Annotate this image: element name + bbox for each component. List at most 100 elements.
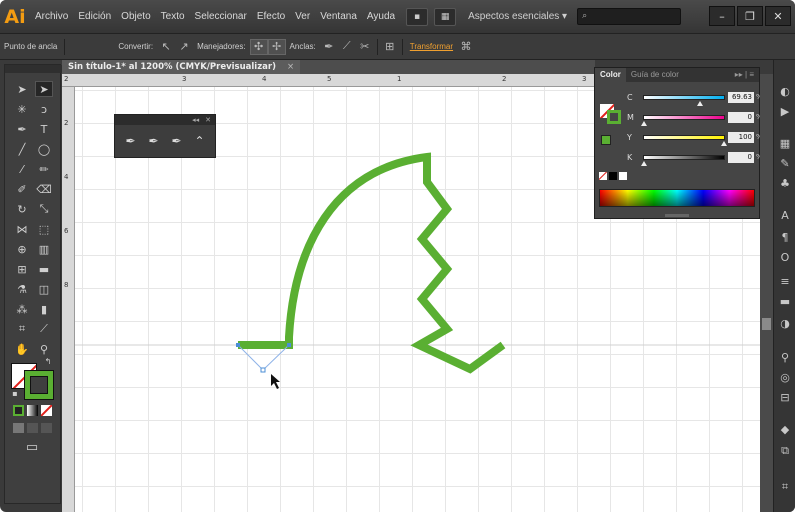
restore-button[interactable]: ❐ [737,6,763,26]
close-icon[interactable]: ✕ [205,116,211,124]
transform-link[interactable]: Transformar [406,42,457,51]
align-icon[interactable]: ⌘ [457,39,475,55]
blob-brush-icon[interactable]: ✐ [13,181,31,197]
convert-smooth-icon[interactable]: ↗ [175,39,193,55]
selection-icon[interactable]: ➤ [13,81,31,97]
tools-panel-header[interactable] [5,65,62,73]
yellow-slider[interactable] [643,134,727,146]
rotate-icon[interactable]: ↻ [13,201,31,217]
menu-ventana[interactable]: Ventana [315,11,362,22]
stroke-icon[interactable]: ≡ [778,274,792,288]
convert-corner-icon[interactable]: ↖ [157,39,175,55]
tab-color[interactable]: Color [595,68,626,82]
artboard-icon[interactable]: ⌗ [13,321,31,337]
direct-selection-icon[interactable]: ➤ [35,81,53,97]
cyan-slider[interactable] [643,94,725,106]
mesh-icon[interactable]: ⊞ [13,261,31,277]
opentype-icon[interactable]: O [778,250,792,264]
scrollbar-thumb[interactable] [762,318,771,330]
green-stroke-path[interactable] [238,152,506,374]
brush-icon[interactable]: ⁄ [13,161,31,177]
shape-builder-icon[interactable]: ⊕ [13,241,31,257]
menu-archivo[interactable]: Archivo [30,11,73,22]
menu-seleccionar[interactable]: Seleccionar [190,11,252,22]
white-swatch[interactable] [619,172,627,180]
delete-anchor-icon[interactable]: ✒ [169,133,184,149]
horizontal-ruler[interactable]: 2 3 4 5 1 2 3 [62,74,595,87]
paragraph-icon[interactable]: ¶ [778,230,792,244]
ellipse-icon[interactable]: ◯ [35,141,53,157]
column-graph-icon[interactable]: ▮ [35,301,53,317]
blend-icon[interactable]: ◫ [35,281,53,297]
gradient-mode-icon[interactable] [27,405,38,416]
symbols-icon[interactable]: ♣ [778,176,792,190]
convert-anchor-icon[interactable]: ⌃ [192,133,207,149]
remove-anchor-icon[interactable]: ✒ [320,39,338,55]
show-handles-icon[interactable]: ✣ [249,38,268,55]
tab-close-icon[interactable]: × [287,62,294,72]
close-button[interactable]: ✕ [765,6,791,26]
slider-thumb[interactable] [721,140,727,146]
hide-handles-icon[interactable]: ✢ [267,38,286,55]
pen-icon[interactable]: ✒ [13,121,31,137]
eyedropper-icon[interactable]: ⚗ [13,281,31,297]
color-mode-icon[interactable] [13,405,24,416]
panel-menu-icon[interactable]: ▸▸ | ≡ [730,68,759,82]
character-icon[interactable]: A [778,208,792,222]
eraser-icon[interactable]: ⌫ [35,181,53,197]
connect-endpoints-icon[interactable]: ⟋ [338,39,356,55]
hand-icon[interactable]: ✋ [13,341,31,357]
add-anchor-icon[interactable]: ✒ [146,133,161,149]
collapse-icon[interactable]: ◂◂ [192,116,199,124]
yellow-value-field[interactable]: 100 [728,131,754,143]
bridge-button[interactable]: ▪ [406,7,429,26]
scale-icon[interactable]: ⤡ [35,201,53,217]
links-icon[interactable]: ⌗ [778,480,792,494]
magic-wand-icon[interactable]: ✳ [13,101,31,117]
black-swatch[interactable] [609,172,617,180]
screen-mode-icon[interactable]: ▭ [23,439,41,455]
menu-texto[interactable]: Texto [156,11,190,22]
lasso-icon[interactable]: ↄ [35,101,53,117]
line-icon[interactable]: ╱ [13,141,31,157]
draw-inside-icon[interactable] [41,423,52,433]
isolate-icon[interactable]: ⊞ [381,39,399,55]
symbol-sprayer-icon[interactable]: ⁂ [13,301,31,317]
color-guide-icon[interactable]: ◐ [778,84,792,98]
workspace-switcher[interactable]: Aspectos esenciales ▾ [468,11,567,22]
menu-efecto[interactable]: Efecto [252,11,290,22]
transparency-icon[interactable]: ◑ [778,316,792,330]
color-spectrum[interactable] [599,189,755,207]
artboards-icon[interactable]: ⧉ [778,444,792,458]
menu-objeto[interactable]: Objeto [116,11,155,22]
layers-icon[interactable]: ◆ [778,422,792,436]
menu-ayuda[interactable]: Ayuda [362,11,400,22]
anchor-point[interactable] [287,343,291,347]
align-panel-icon[interactable]: ⊟ [778,390,792,404]
vertical-ruler[interactable]: 2 4 6 8 [62,87,75,512]
minimize-button[interactable]: – [709,6,735,26]
menu-ver[interactable]: Ver [290,11,315,22]
panel-resize-grip[interactable] [665,214,689,217]
type-icon[interactable]: T [35,121,53,137]
pen-panel-header[interactable]: ◂◂ ✕ [115,115,215,125]
draw-normal-icon[interactable] [13,423,24,433]
anchor-point[interactable] [260,367,266,373]
document-tab[interactable]: Sin título-1* al 1200% (CMYK/Previsualiz… [62,60,301,74]
none-swatch[interactable] [599,172,607,180]
swatches-icon[interactable]: ▦ [778,136,792,150]
slice-icon[interactable]: ⟋ [35,321,53,337]
slider-thumb[interactable] [641,120,647,126]
cyan-value-field[interactable]: 69.63 [728,91,754,103]
black-slider[interactable] [641,154,725,166]
black-value-field[interactable]: 0 [728,151,754,163]
free-transform-icon[interactable]: ⬚ [35,221,53,237]
stroke-swatch[interactable] [24,370,54,400]
magenta-value-field[interactable]: 0 [728,111,754,123]
tab-color-guide[interactable]: Guía de color [626,68,684,82]
none-mode-icon[interactable] [41,405,52,416]
pen-icon[interactable]: ✒ [123,133,138,149]
default-colors-icon[interactable]: ▪ [9,387,21,399]
width-icon[interactable]: ⋈ [13,221,31,237]
draw-behind-icon[interactable] [27,423,38,433]
